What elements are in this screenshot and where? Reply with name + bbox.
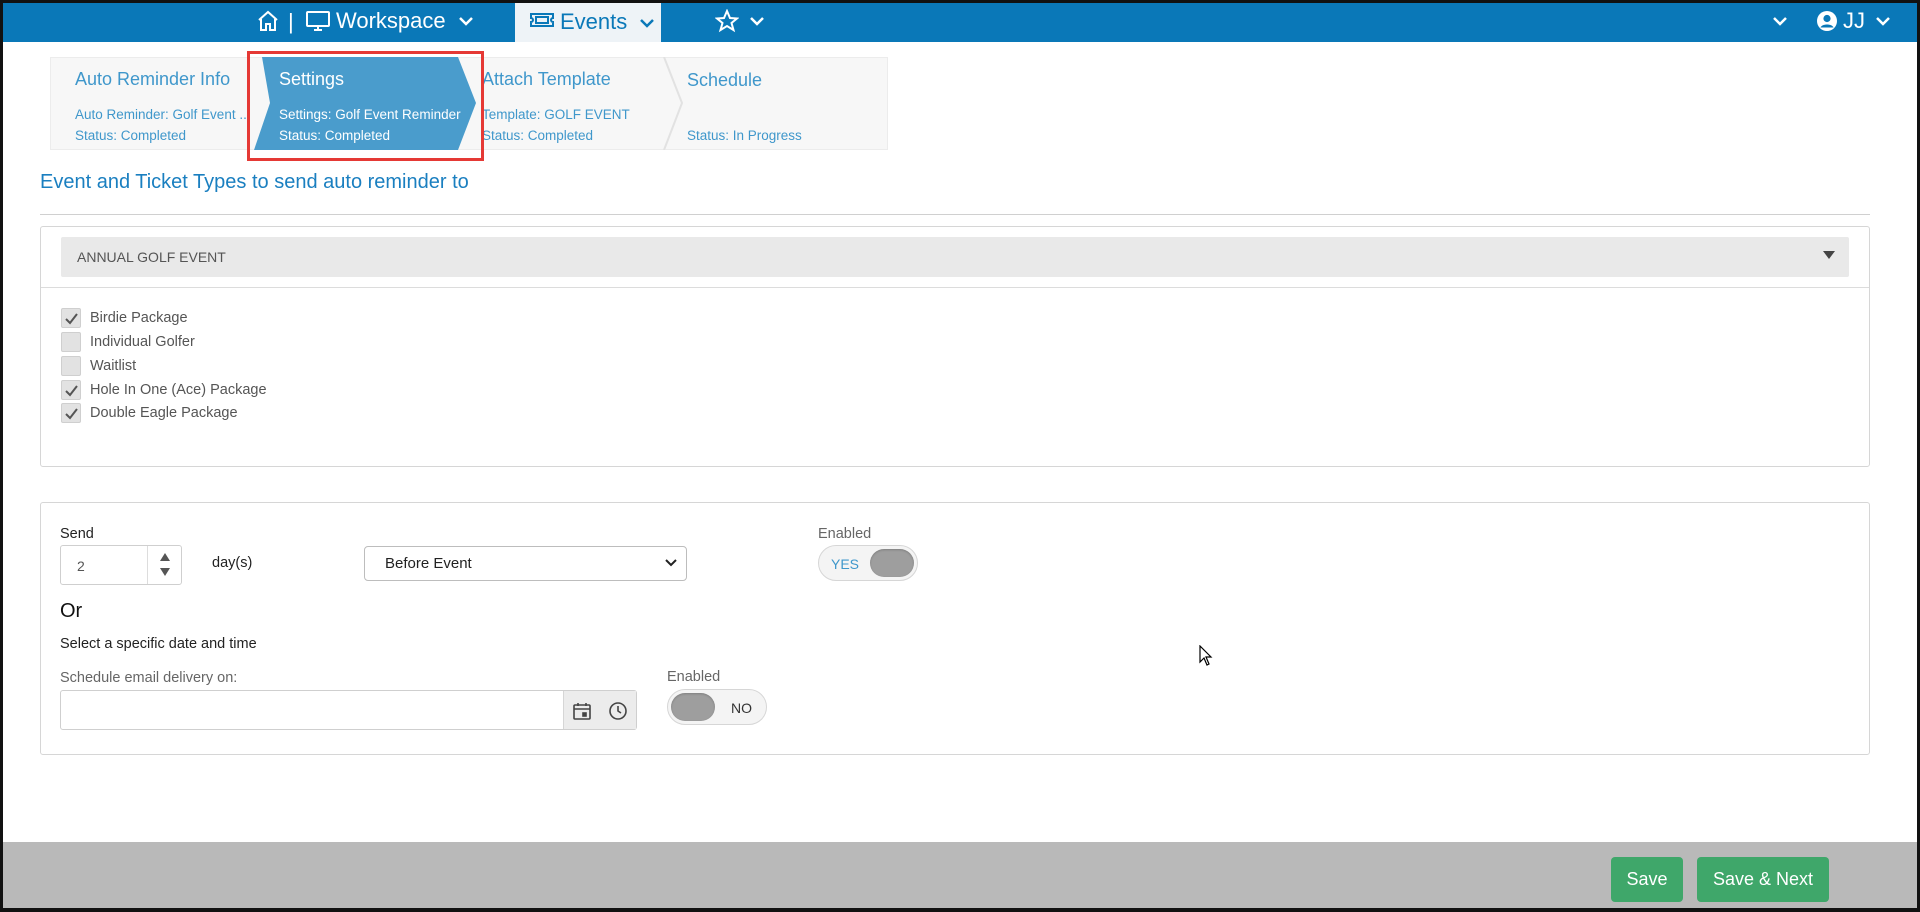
delivery-datetime-input[interactable] — [60, 690, 637, 730]
days-unit-label: day(s) — [212, 555, 253, 571]
event-select[interactable]: ANNUAL GOLF EVENT — [61, 237, 1849, 277]
decrement-arrow-icon[interactable] — [160, 568, 170, 576]
delivery-label: Schedule email delivery on: — [60, 670, 238, 686]
chevron-down-icon — [1875, 15, 1891, 27]
ticket-type-label: Double Eagle Package — [90, 405, 238, 421]
events-label: Events — [560, 9, 628, 34]
specific-date-heading: Select a specific date and time — [60, 636, 257, 652]
divider — [40, 214, 1870, 215]
section-title: Event and Ticket Types to send auto remi… — [40, 171, 469, 193]
enabled-label: Enabled — [667, 669, 721, 685]
ticket-type-item[interactable]: Hole In One (Ace) Package — [61, 379, 267, 401]
favorites-menu[interactable] — [715, 0, 765, 42]
chevron-down-icon — [458, 15, 474, 27]
toggle-knob — [870, 549, 914, 577]
ticket-type-label: Individual Golfer — [90, 334, 195, 350]
caret-down-icon — [1823, 251, 1835, 259]
ticket-type-label: Waitlist — [90, 358, 137, 374]
checkbox-checked[interactable] — [61, 380, 81, 400]
step-title: Schedule — [687, 70, 763, 90]
chevron-down-icon — [749, 15, 765, 27]
toggle-knob — [671, 693, 715, 721]
workspace-label: Workspace — [336, 8, 446, 33]
ticket-type-item[interactable]: Double Eagle Package — [61, 402, 238, 424]
step-auto-reminder-info[interactable]: Auto Reminder Info Auto Reminder: Golf E… — [50, 57, 251, 150]
step-detail: Settings: Golf Event Reminder — [279, 107, 461, 122]
send-enabled-toggle[interactable]: YES — [818, 545, 918, 581]
toggle-state: NO — [731, 700, 752, 716]
send-label: Send — [60, 526, 94, 542]
check-icon — [65, 408, 78, 420]
check-icon — [65, 385, 78, 397]
ticket-icon — [529, 9, 555, 35]
step-attach-template[interactable]: Attach Template Template: GOLF EVENT Sta… — [457, 57, 662, 150]
clock-icon[interactable] — [608, 701, 628, 726]
step-title: Attach Template — [482, 69, 611, 89]
step-settings[interactable]: Settings Settings: Golf Event Reminder S… — [254, 57, 474, 150]
save-button[interactable]: Save — [1611, 857, 1683, 902]
save-and-next-button[interactable]: Save & Next — [1697, 857, 1829, 902]
days-value: 2 — [77, 558, 85, 574]
calendar-icon[interactable] — [572, 701, 592, 726]
step-status: Status: Completed — [279, 128, 391, 143]
step-title: Auto Reminder Info — [75, 69, 231, 89]
timing-select[interactable]: Before Event — [364, 546, 687, 581]
user-circle-icon — [1816, 10, 1838, 32]
events-menu[interactable]: Events — [515, 2, 661, 42]
checkbox-checked[interactable] — [61, 308, 81, 328]
event-select-value: ANNUAL GOLF EVENT — [77, 249, 226, 265]
step-status: Status: Completed — [75, 128, 187, 143]
star-icon — [715, 9, 739, 33]
chevron-down-icon — [1772, 15, 1788, 27]
nav-separator: | — [288, 9, 294, 34]
ticket-types-panel: ANNUAL GOLF EVENT — [40, 226, 1870, 467]
step-status: Status: In Progress — [687, 128, 802, 143]
enabled-label: Enabled — [818, 526, 872, 542]
top-navbar: | Workspace Events JJ — [0, 0, 1920, 42]
chevron-down-icon — [639, 9, 655, 35]
chevron-down-icon — [664, 556, 678, 574]
ticket-type-item[interactable]: Individual Golfer — [61, 331, 195, 353]
step-detail: Auto Reminder: Golf Event ... — [75, 107, 251, 122]
checkbox-checked[interactable] — [61, 403, 81, 423]
ticket-type-label: Hole In One (Ace) Package — [90, 382, 267, 398]
ticket-type-label: Birdie Package — [90, 310, 188, 326]
workspace-menu[interactable]: Workspace — [305, 0, 474, 42]
checkbox-unchecked[interactable] — [61, 332, 81, 352]
home-icon — [256, 9, 280, 33]
user-menu[interactable]: JJ — [1816, 0, 1891, 42]
more-menu-button[interactable] — [1772, 0, 1788, 42]
step-detail: Template: GOLF EVENT — [482, 107, 630, 122]
timing-value: Before Event — [385, 555, 472, 572]
home-button[interactable] — [256, 0, 280, 42]
mouse-cursor-icon — [1199, 644, 1213, 672]
increment-arrow-icon[interactable] — [160, 553, 170, 561]
specific-enabled-toggle[interactable]: NO — [667, 689, 767, 725]
panel-header: ANNUAL GOLF EVENT — [41, 227, 1869, 288]
check-icon — [65, 313, 78, 325]
toggle-state: YES — [831, 556, 860, 572]
stepper-controls — [147, 546, 181, 584]
checkbox-unchecked[interactable] — [61, 356, 81, 376]
ticket-type-item[interactable]: Waitlist — [61, 355, 136, 377]
datetime-addon — [563, 691, 636, 729]
days-stepper[interactable]: 2 — [60, 545, 182, 585]
step-status: Status: Completed — [482, 128, 594, 143]
step-schedule[interactable]: Schedule Status: In Progress — [662, 57, 882, 150]
or-label: Or — [60, 600, 83, 622]
ticket-type-item[interactable]: Birdie Package — [61, 307, 188, 329]
monitor-icon — [305, 9, 331, 33]
user-initials: JJ — [1843, 8, 1865, 33]
step-title: Settings — [279, 69, 345, 89]
